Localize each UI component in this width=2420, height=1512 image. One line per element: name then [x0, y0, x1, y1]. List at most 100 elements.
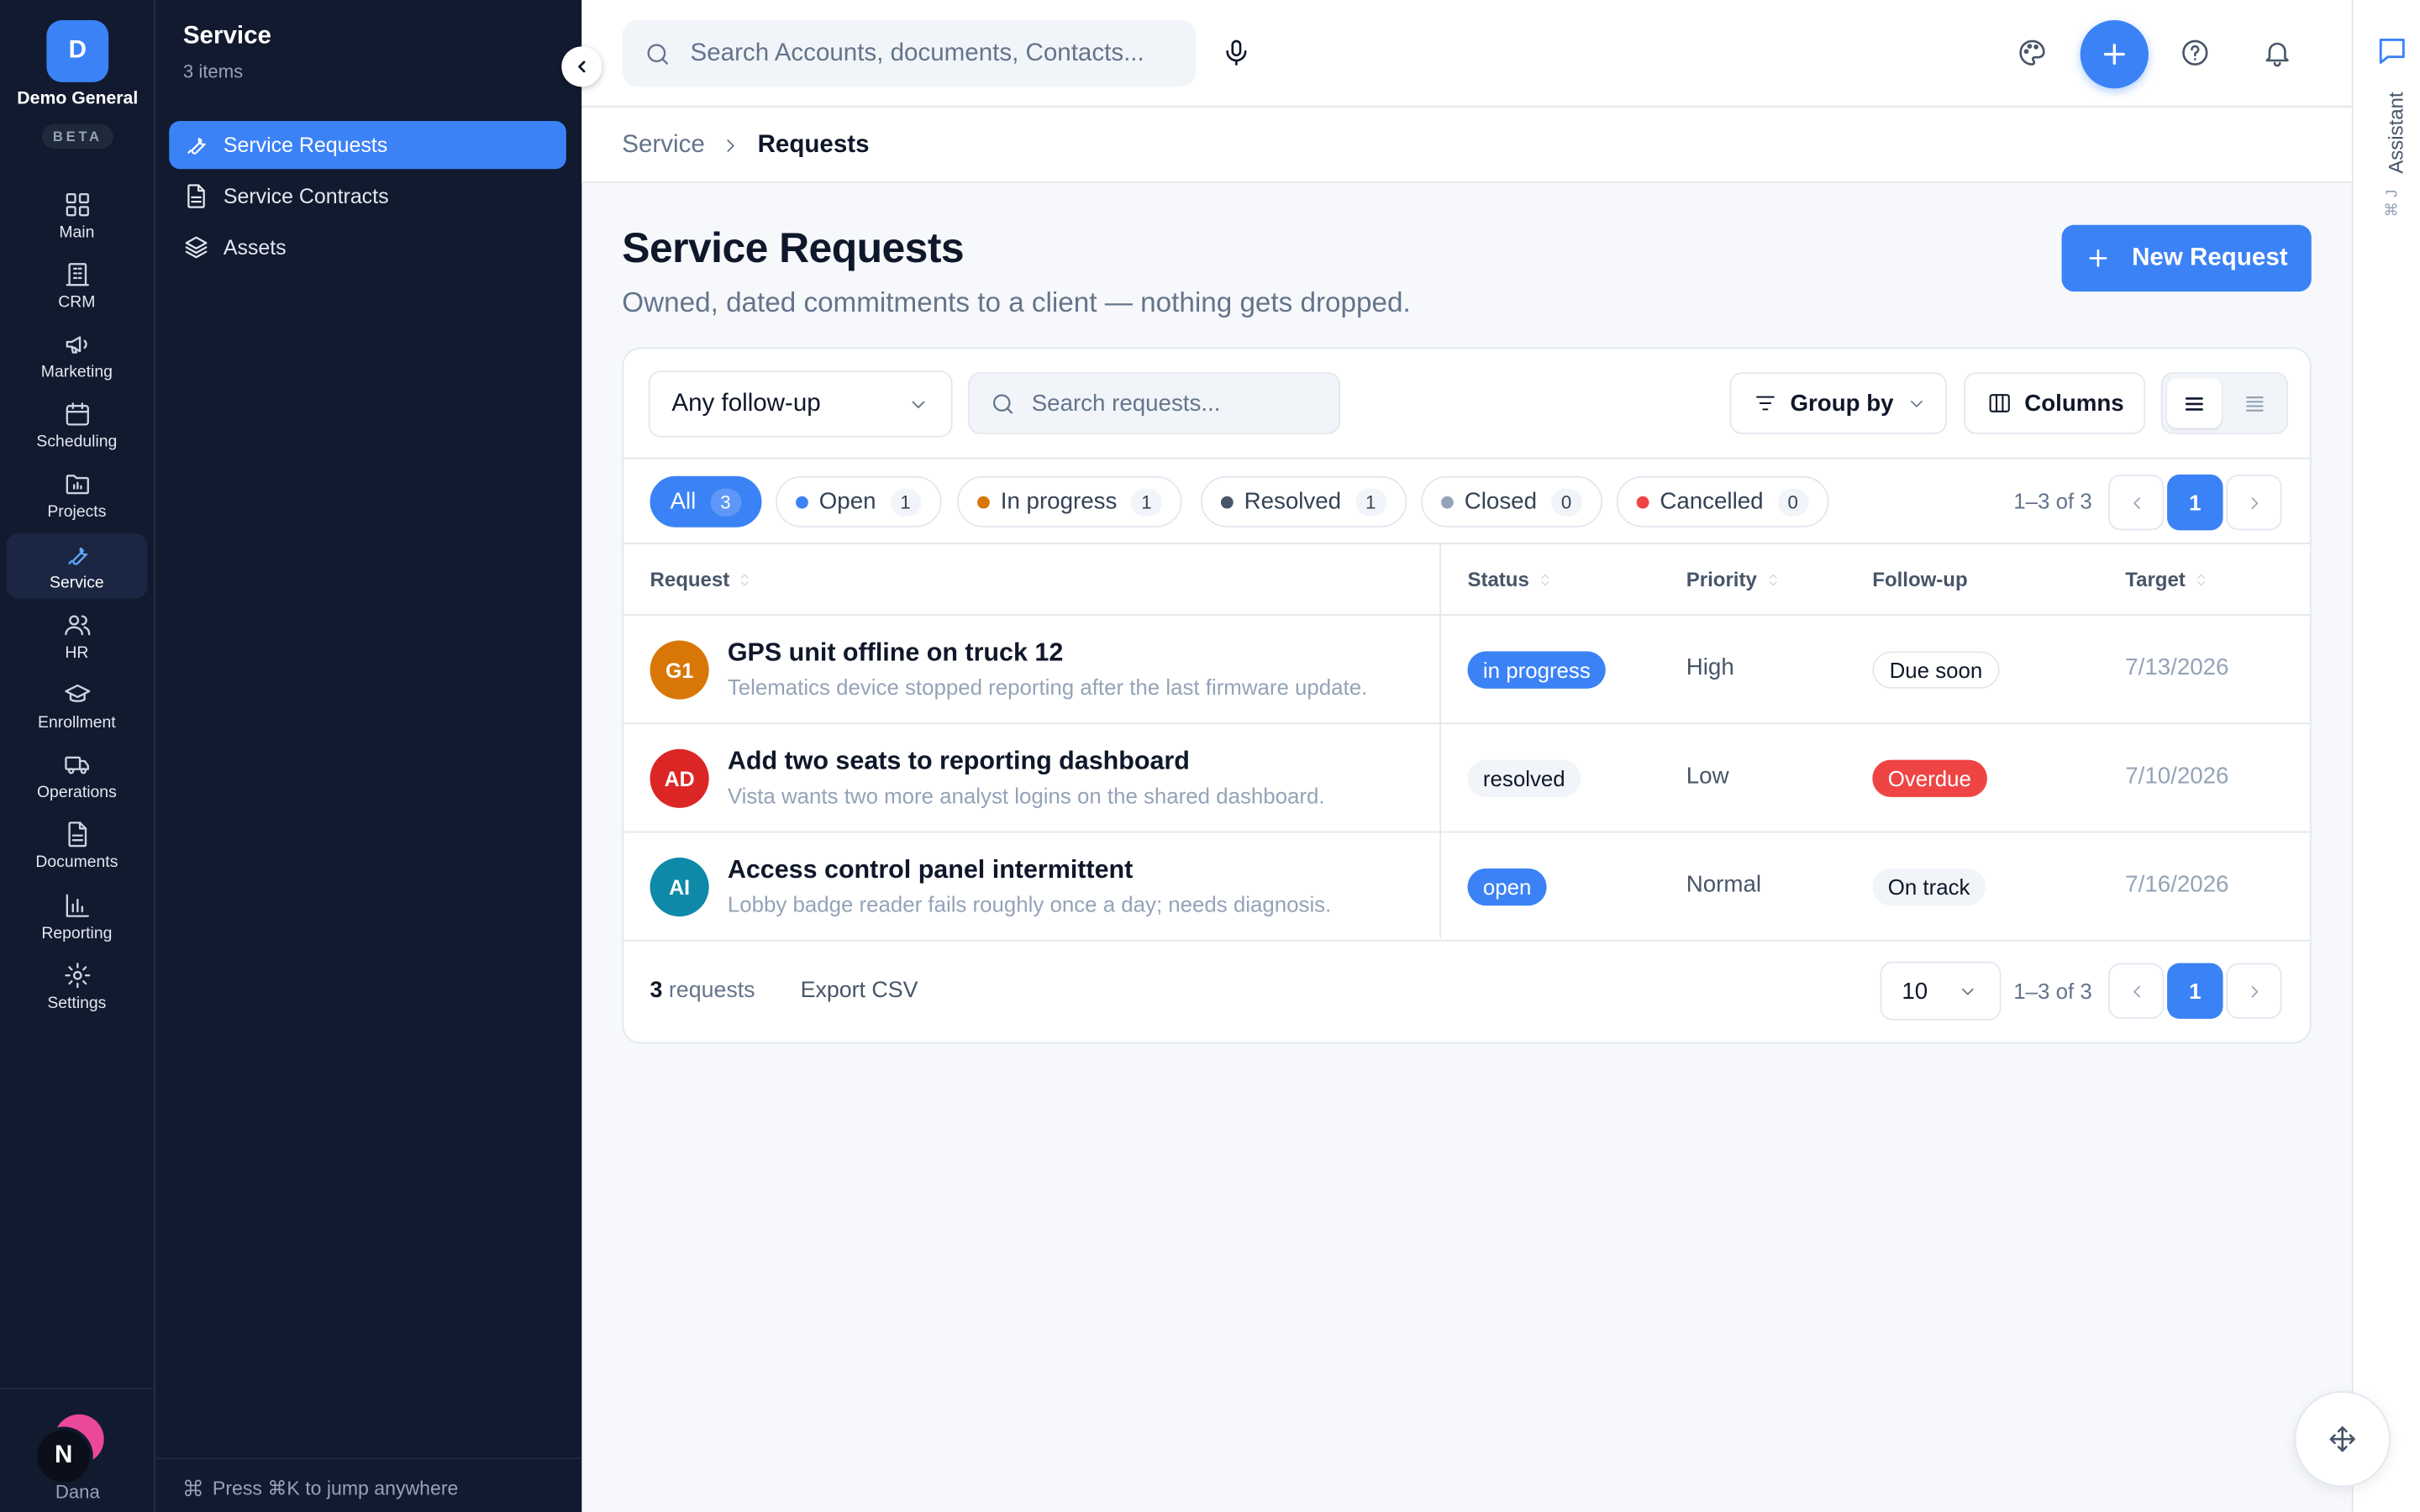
- chevron-left-icon: [2126, 981, 2146, 1001]
- table-row[interactable]: AI Access control panel intermittent Lob…: [623, 832, 2310, 942]
- command-key-icon: [183, 1478, 203, 1498]
- filter-chip-all[interactable]: All 3: [650, 475, 761, 528]
- request-count-number: 3: [650, 978, 663, 1004]
- rail-label: Marketing: [40, 362, 113, 381]
- status-dot: [1441, 495, 1454, 508]
- service-subnav: Service 3 items Service Requests Service…: [155, 0, 582, 1512]
- rail-item-main[interactable]: Main: [6, 183, 147, 249]
- table-row[interactable]: G1 GPS unit offline on truck 12 Telemati…: [623, 616, 2310, 725]
- new-request-button[interactable]: New Request: [2061, 224, 2312, 292]
- prev-page-button[interactable]: [2107, 474, 2165, 531]
- global-search-input[interactable]: [690, 39, 1156, 68]
- page-size-select[interactable]: 10: [1880, 961, 2002, 1021]
- file-icon: [63, 820, 91, 848]
- table-row[interactable]: AD Add two seats to reporting dashboard …: [623, 724, 2310, 833]
- compact-view-button[interactable]: [2228, 378, 2282, 428]
- subnav-item-service-requests[interactable]: Service Requests: [169, 121, 566, 170]
- org-name[interactable]: Demo General: [6, 90, 149, 108]
- columns-button[interactable]: Columns: [1964, 372, 2146, 434]
- rail-item-scheduling[interactable]: Scheduling: [6, 392, 147, 458]
- breadcrumb: Service Requests: [581, 108, 2352, 183]
- filter-chip-in-progress[interactable]: In progress 1: [957, 475, 1182, 528]
- chevron-down-icon: [908, 394, 929, 416]
- group-by-button[interactable]: Group by: [1729, 372, 1947, 434]
- assistant-label[interactable]: Assistant: [2385, 92, 2408, 173]
- filter-chip-closed[interactable]: Closed 0: [1421, 475, 1602, 528]
- column-header-priority[interactable]: Priority: [1686, 568, 1781, 591]
- rail-label: Operations: [36, 782, 117, 801]
- rail-item-enrollment[interactable]: Enrollment: [6, 673, 147, 738]
- column-header-target[interactable]: Target: [2125, 568, 2208, 591]
- bell-icon[interactable]: [2262, 37, 2293, 68]
- prev-page-button[interactable]: [2107, 963, 2165, 1019]
- request-avatar: AD: [650, 748, 709, 808]
- subnav-item-assets[interactable]: Assets: [169, 223, 566, 271]
- drag-move-button[interactable]: [2294, 1391, 2391, 1488]
- plus-icon: [2086, 245, 2112, 271]
- sort-icon: [1765, 571, 1780, 586]
- request-search[interactable]: [968, 372, 1341, 434]
- rail-item-hr[interactable]: HR: [6, 603, 147, 669]
- list-view-button[interactable]: [2167, 378, 2222, 428]
- rail-item-marketing[interactable]: Marketing: [6, 323, 147, 388]
- truck-icon: [63, 750, 91, 778]
- filter-chip-resolved[interactable]: Resolved 1: [1200, 475, 1407, 528]
- status-dot: [796, 495, 808, 508]
- priority-value: Low: [1686, 763, 1729, 790]
- palette-icon[interactable]: [2017, 37, 2048, 68]
- wrench-icon: [183, 132, 209, 158]
- rail-item-projects[interactable]: Projects: [6, 462, 147, 528]
- status-badge: resolved: [1467, 759, 1581, 797]
- microphone-icon[interactable]: [1221, 37, 1252, 68]
- request-title[interactable]: Access control panel intermittent: [728, 856, 1133, 885]
- layers-icon: [183, 234, 209, 260]
- rail-divider: [0, 1388, 155, 1390]
- move-arrows-icon: [2327, 1424, 2358, 1455]
- export-csv-link[interactable]: Export CSV: [801, 979, 918, 1004]
- command-hint[interactable]: Press ⌘K to jump anywhere: [183, 1477, 459, 1499]
- request-search-input[interactable]: [1031, 390, 1327, 417]
- rail-item-service[interactable]: Service: [6, 533, 148, 599]
- rail-item-settings[interactable]: Settings: [6, 953, 147, 1019]
- filter-chip-label: All: [670, 488, 697, 515]
- rail-item-operations[interactable]: Operations: [6, 743, 147, 808]
- global-search[interactable]: [622, 20, 1197, 87]
- rail-item-reporting[interactable]: Reporting: [6, 884, 147, 949]
- collapse-sidebar-button[interactable]: [561, 46, 602, 87]
- table-footer: 3 requests Export CSV 10 1–3 of 3 1: [623, 938, 2310, 1042]
- page-number-button[interactable]: 1: [2167, 474, 2223, 531]
- rail-label: HR: [65, 643, 89, 662]
- create-button[interactable]: [2080, 20, 2149, 89]
- view-toggle: [2160, 372, 2289, 434]
- followup-badge: Due soon: [1872, 651, 2000, 689]
- user-avatar[interactable]: N: [34, 1426, 93, 1486]
- user-name[interactable]: Dana: [31, 1481, 124, 1503]
- request-title[interactable]: GPS unit offline on truck 12: [728, 639, 1063, 669]
- next-page-button[interactable]: [2226, 474, 2282, 531]
- pagination-range: 1–3 of 3: [2013, 488, 2092, 514]
- request-title[interactable]: Add two seats to reporting dashboard: [728, 748, 1190, 777]
- next-page-button[interactable]: [2226, 963, 2282, 1019]
- page-number-button[interactable]: 1: [2167, 963, 2223, 1019]
- chat-icon[interactable]: [2375, 34, 2409, 69]
- rail-item-documents[interactable]: Documents: [6, 812, 147, 878]
- breadcrumb-parent[interactable]: Service: [622, 131, 705, 159]
- list-icon: [2181, 390, 2207, 416]
- request-count-label: requests: [668, 978, 755, 1004]
- filter-chip-open[interactable]: Open 1: [776, 475, 942, 528]
- org-avatar[interactable]: D: [46, 20, 109, 82]
- rail-item-crm[interactable]: CRM: [6, 253, 147, 318]
- subnav-title: Service: [182, 23, 271, 50]
- subnav-item-service-contracts[interactable]: Service Contracts: [169, 172, 566, 220]
- filter-chip-cancelled[interactable]: Cancelled 0: [1616, 475, 1829, 528]
- column-header-request[interactable]: Request: [650, 568, 753, 591]
- column-header-followup[interactable]: Follow-up: [1872, 568, 1967, 591]
- gear-icon: [63, 961, 91, 989]
- rail-label: Documents: [35, 852, 118, 871]
- status-badge: in progress: [1467, 651, 1607, 689]
- followup-badge: Overdue: [1872, 759, 1987, 797]
- followup-filter-select[interactable]: Any follow-up: [648, 370, 953, 438]
- column-header-status[interactable]: Status: [1467, 568, 1552, 591]
- help-icon[interactable]: [2180, 37, 2211, 68]
- rail-label: Main: [59, 222, 95, 242]
